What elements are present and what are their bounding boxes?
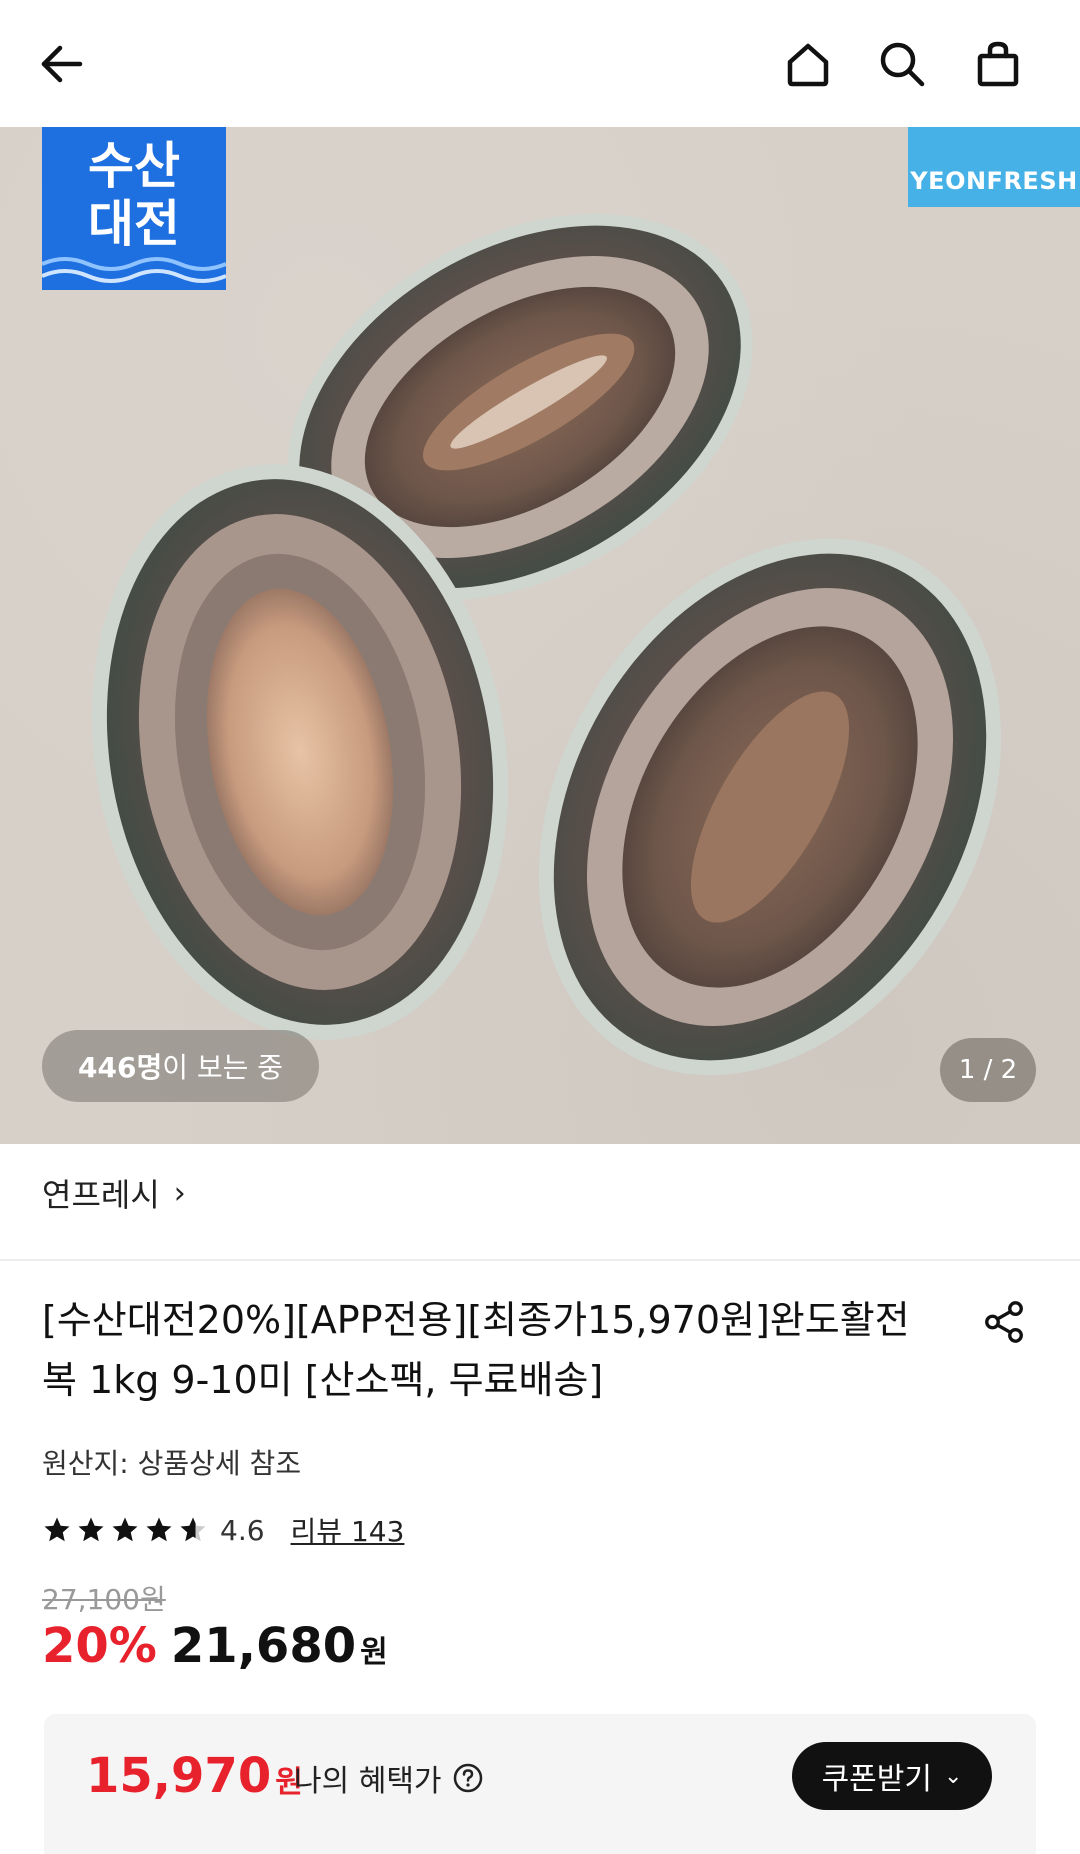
star-icon	[146, 1517, 172, 1542]
home-icon	[787, 43, 829, 87]
get-coupon-button[interactable]: 쿠폰받기 ⌄	[792, 1742, 992, 1810]
price-row: 20% 21,680 원	[42, 1618, 388, 1674]
wave-icon	[42, 257, 226, 283]
star-icon	[112, 1517, 138, 1542]
benefit-label: 나의 혜택가	[294, 1764, 442, 1799]
benefit-price-value: 15,970	[86, 1748, 272, 1804]
cart-button[interactable]	[958, 24, 1038, 104]
arrow-left-icon	[41, 45, 83, 83]
search-button[interactable]	[862, 24, 942, 104]
brand-logo-badge: YEONFRESH	[908, 127, 1080, 207]
star-icon	[44, 1517, 70, 1542]
product-title: [수산대전20%][APP전용][최종가15,970원]완도활전복 1kg 9-…	[42, 1298, 910, 1402]
star-half-icon	[180, 1517, 206, 1542]
page-indicator-text: 1 / 2	[958, 1055, 1018, 1085]
search-icon	[880, 42, 925, 87]
rating-row: 4.6 리뷰 143	[42, 1510, 404, 1550]
top-navigation-bar	[0, 0, 1080, 127]
viewers-count: 446명	[78, 1051, 163, 1084]
seller-link[interactable]: 연프레시 ›	[42, 1170, 186, 1216]
festival-badge-line2: 대전	[88, 195, 180, 253]
festival-badge-line1: 수산	[88, 137, 180, 195]
viewers-suffix: 이 보는 중	[162, 1051, 284, 1084]
image-page-indicator: 1 / 2	[940, 1038, 1036, 1102]
seller-name: 연프레시	[42, 1176, 160, 1214]
chevron-right-icon: ›	[173, 1175, 186, 1211]
section-divider	[0, 1259, 1080, 1261]
benefit-price: 15,970 원	[86, 1748, 303, 1804]
home-button[interactable]	[768, 24, 848, 104]
chevron-down-icon: ⌄	[943, 1763, 963, 1789]
seafood-festival-badge: 수산 대전	[42, 127, 226, 290]
original-price: 27,100원	[42, 1583, 166, 1616]
origin-info: 원산지: 상품상세 참조	[42, 1447, 302, 1480]
review-count-link[interactable]: 리뷰 143	[291, 1510, 405, 1550]
star-icon	[78, 1517, 104, 1542]
coupon-button-label: 쿠폰받기	[821, 1762, 932, 1797]
viewers-count-pill: 446명 이 보는 중	[42, 1030, 320, 1102]
benefit-price-box: 15,970 원 나의 혜택가 쿠폰받기 ⌄	[44, 1714, 1036, 1854]
benefit-label-row: 나의 혜택가	[294, 1756, 484, 1800]
rating-stars	[42, 1515, 212, 1545]
brand-logo-text: YEONFRESH	[910, 167, 1078, 195]
price-unit: 원	[360, 1635, 388, 1670]
back-button[interactable]	[22, 24, 102, 104]
share-button[interactable]	[972, 1290, 1036, 1354]
share-icon	[985, 1301, 1023, 1343]
question-circle-icon[interactable]	[452, 1762, 484, 1794]
discount-rate: 20%	[42, 1618, 157, 1674]
rating-value: 4.6	[220, 1513, 265, 1547]
shopping-bag-icon	[977, 41, 1019, 87]
sale-price: 21,680	[170, 1618, 357, 1674]
